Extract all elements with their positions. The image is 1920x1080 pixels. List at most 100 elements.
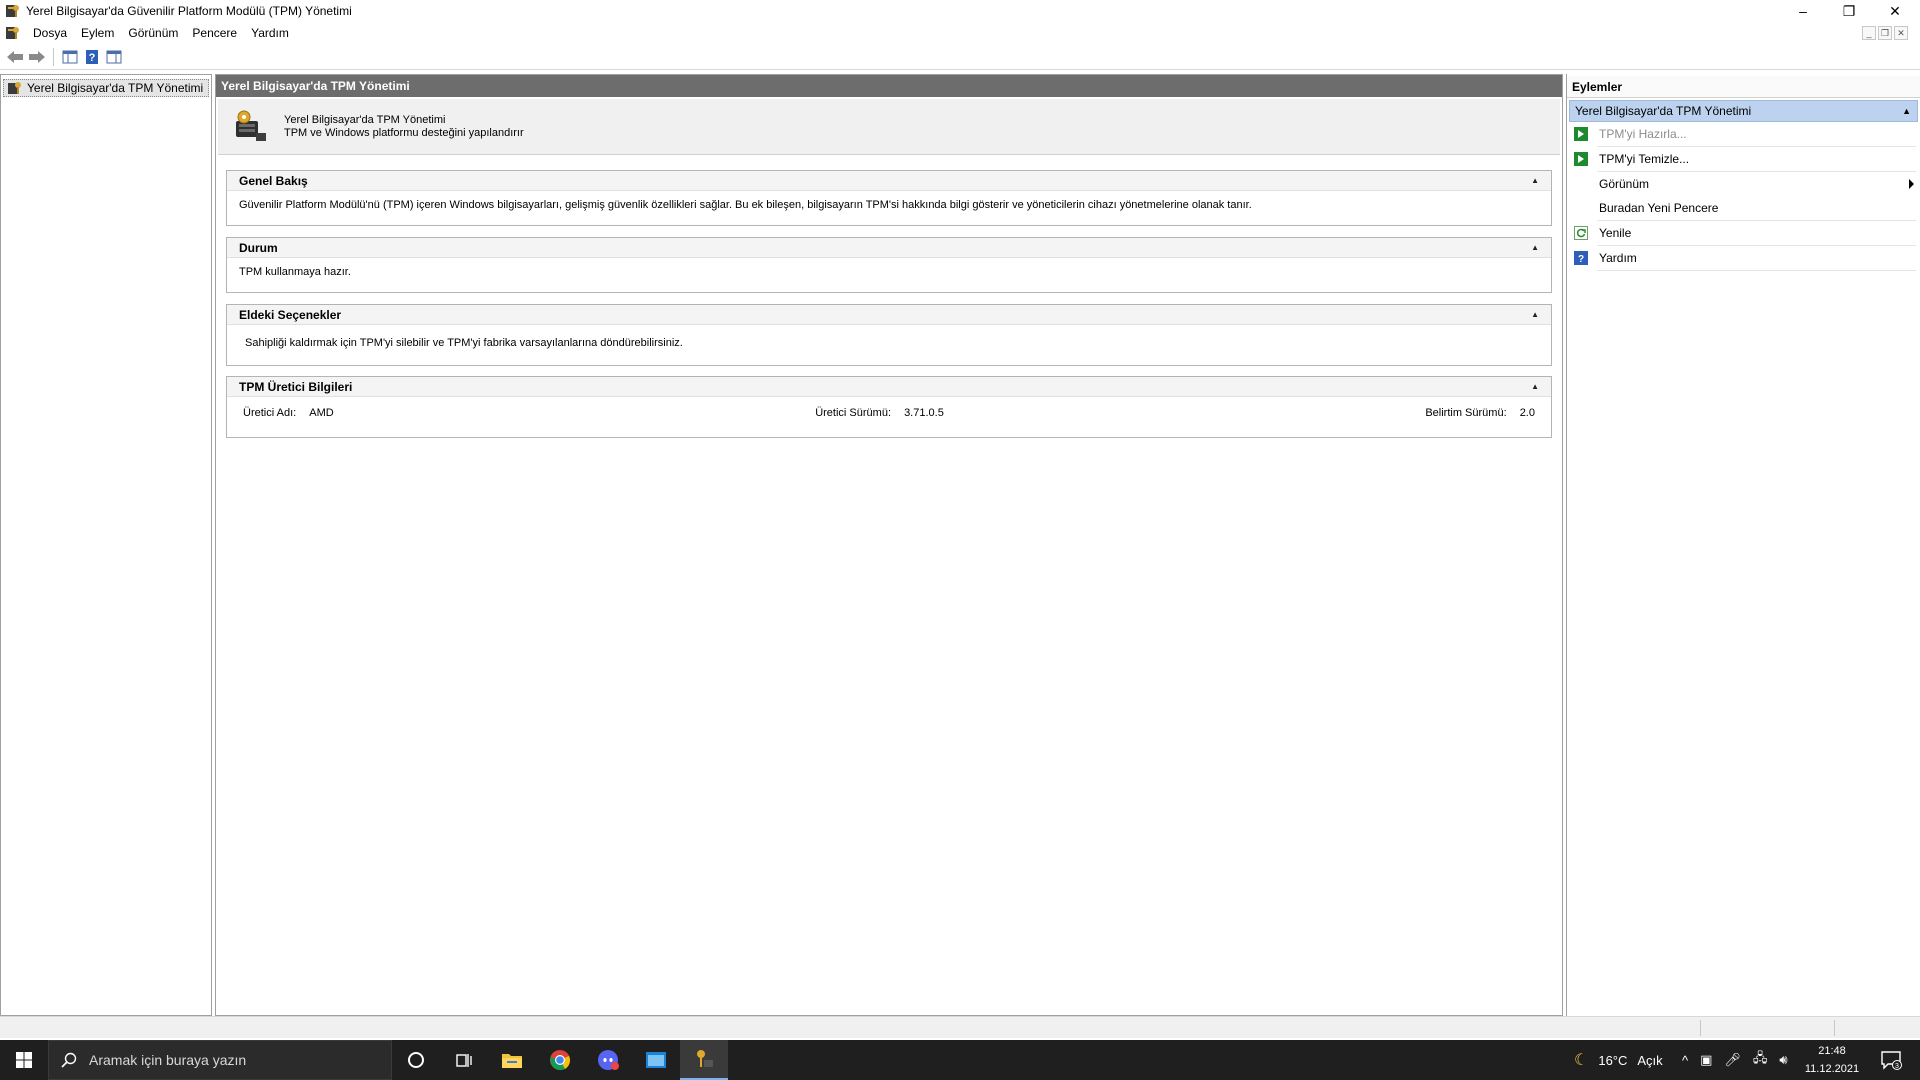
microphone-icon[interactable]: 🎤︎ <box>1724 1052 1741 1068</box>
start-button[interactable] <box>0 1040 48 1080</box>
section-manufacturer-header[interactable]: TPM Üretici Bilgileri ▲ <box>227 377 1551 397</box>
tpm-chip-key-icon <box>236 110 266 141</box>
help-icon: ? <box>86 49 98 64</box>
taskbar: ☾ 16°C Açık ^ ▣ 🎤︎ 🖧︎ 🔊︎ 21:48 11.12.202… <box>0 1040 1920 1080</box>
taskbar-remote-desktop[interactable] <box>632 1040 680 1080</box>
result-pane: Yerel Bilgisayar'da TPM Yönetimi Yerel B… <box>215 74 1563 1016</box>
network-icon[interactable]: 🖧︎ <box>1753 1049 1768 1071</box>
back-icon <box>7 50 23 63</box>
taskbar-clock[interactable]: 21:48 11.12.2021 <box>1798 1042 1866 1078</box>
collapse-icon[interactable]: ▲ <box>1531 310 1539 319</box>
cortana-button[interactable] <box>392 1040 440 1080</box>
blank-icon <box>1573 200 1589 216</box>
action-prepare-tpm[interactable]: TPM'yi Hazırla... <box>1571 122 1916 146</box>
close-button[interactable]: ✕ <box>1872 0 1918 22</box>
minimize-button[interactable]: – <box>1780 0 1826 22</box>
action-center-button[interactable]: 3 <box>1870 1040 1912 1080</box>
collapse-icon[interactable]: ▲ <box>1902 101 1911 121</box>
show-hide-action-pane-button[interactable] <box>103 46 125 68</box>
show-hidden-icons-chevron-icon[interactable]: ^ <box>1682 1053 1688 1068</box>
tpm-app-icon <box>6 5 19 17</box>
back-button[interactable] <box>4 46 26 68</box>
clock-date: 11.12.2021 <box>1804 1063 1860 1075</box>
device-icon[interactable]: ▣ <box>1700 1052 1712 1068</box>
menu-yardim[interactable]: Yardım <box>244 22 296 44</box>
section-status-header[interactable]: Durum ▲ <box>227 238 1551 258</box>
manufacturer-info-row: Üretici Adı: AMD Üretici Sürümü: 3.71.0.… <box>227 397 1551 427</box>
show-hide-tree-button[interactable] <box>59 46 81 68</box>
help-icon: ? <box>1573 250 1589 266</box>
mdi-minimize-button[interactable]: _ <box>1862 26 1876 40</box>
tpm-key-icon <box>697 1050 713 1067</box>
taskbar-file-explorer[interactable] <box>488 1040 536 1080</box>
windows-logo-icon <box>16 1052 32 1068</box>
specification-version-label: Belirtim Sürümü: <box>1425 407 1507 419</box>
menu-dosya[interactable]: Dosya <box>26 22 74 44</box>
section-status: Durum ▲ TPM kullanmaya hazır. <box>226 237 1552 293</box>
status-divider <box>1834 1020 1835 1036</box>
manufacturer-name-value: AMD <box>309 407 334 419</box>
menu-pencere[interactable]: Pencere <box>185 22 244 44</box>
task-view-button[interactable] <box>440 1040 488 1080</box>
taskbar-tpm-management[interactable] <box>680 1040 728 1080</box>
section-options-body: Sahipliği kaldırmak için TPM'yi silebili… <box>245 337 683 349</box>
section-status-body: TPM kullanmaya hazır. <box>239 266 351 278</box>
section-options-header[interactable]: Eldeki Seçenekler ▲ <box>227 305 1551 325</box>
manufacturer-version-label: Üretici Sürümü: <box>815 407 891 419</box>
discord-icon <box>598 1050 619 1070</box>
moon-icon: ☾ <box>1574 1052 1589 1069</box>
section-overview-body: Güvenilir Platform Modülü'nü (TPM) içere… <box>239 199 1252 211</box>
section-overview-title: Genel Bakış <box>239 173 308 188</box>
actions-group-header[interactable]: Yerel Bilgisayar'da TPM Yönetimi ▲ <box>1569 100 1918 122</box>
action-label: Yenile <box>1599 226 1632 240</box>
toolbar: ? <box>0 44 1920 70</box>
action-separator <box>1597 270 1916 271</box>
mdi-restore-button[interactable]: ❐ <box>1878 26 1892 40</box>
forward-button[interactable] <box>26 46 48 68</box>
search-input[interactable] <box>89 1052 369 1068</box>
window-app-icon <box>646 1052 666 1068</box>
collapse-icon[interactable]: ▲ <box>1531 243 1539 252</box>
banner-title: Yerel Bilgisayar'da TPM Yönetimi <box>284 113 446 126</box>
volume-icon[interactable]: 🔊︎ <box>1779 1052 1787 1068</box>
console-tree: Yerel Bilgisayar'da TPM Yönetimi <box>0 74 212 1016</box>
weather-temperature: 16°C <box>1598 1052 1628 1068</box>
mdi-close-button[interactable]: ✕ <box>1894 26 1908 40</box>
manufacturer-name: Üretici Adı: AMD <box>243 407 334 419</box>
section-options-title: Eldeki Seçenekler <box>239 307 342 322</box>
green-arrow-icon <box>1573 126 1589 142</box>
action-refresh[interactable]: Yenile <box>1571 221 1916 245</box>
action-label: Yardım <box>1599 251 1637 265</box>
weather-widget[interactable]: ☾ 16°C Açık <box>1574 1040 1663 1080</box>
action-help[interactable]: ? Yardım <box>1571 246 1916 270</box>
help-button[interactable]: ? <box>81 46 103 68</box>
manufacturer-version: Üretici Sürümü: 3.71.0.5 <box>815 407 944 419</box>
specification-version: Belirtim Sürümü: 2.0 <box>1425 407 1535 419</box>
taskbar-search-box[interactable] <box>48 1040 392 1080</box>
section-overview-header[interactable]: Genel Bakış ▲ <box>227 171 1551 191</box>
action-view[interactable]: Görünüm <box>1571 172 1916 196</box>
manufacturer-version-value: 3.71.0.5 <box>904 407 944 419</box>
weather-description: Açık <box>1637 1052 1663 1068</box>
section-manufacturer-info: TPM Üretici Bilgileri ▲ Üretici Adı: AMD… <box>226 376 1552 438</box>
system-menu-icon[interactable] <box>4 25 20 41</box>
taskbar-chrome[interactable] <box>536 1040 584 1080</box>
action-clear-tpm[interactable]: TPM'yi Temizle... <box>1571 147 1916 171</box>
tpm-key-icon <box>8 82 21 94</box>
blank-icon <box>1573 176 1589 192</box>
section-available-options: Eldeki Seçenekler ▲ Sahipliği kaldırmak … <box>226 304 1552 366</box>
status-bar <box>0 1016 1920 1038</box>
menu-bar: Dosya Eylem Görünüm Pencere Yardım <box>0 22 1920 44</box>
svg-text:?: ? <box>89 52 96 64</box>
tree-item-tpm-management[interactable]: Yerel Bilgisayar'da TPM Yönetimi <box>3 79 209 97</box>
collapse-icon[interactable]: ▲ <box>1531 382 1539 391</box>
maximize-button[interactable]: ❐ <box>1826 0 1872 22</box>
action-new-window[interactable]: Buradan Yeni Pencere <box>1571 196 1916 220</box>
search-icon <box>61 1052 77 1068</box>
taskbar-discord[interactable] <box>584 1040 632 1080</box>
section-manufacturer-title: TPM Üretici Bilgileri <box>239 379 353 394</box>
show-hide-tree-icon <box>62 50 78 63</box>
menu-gorunum[interactable]: Görünüm <box>121 22 185 44</box>
collapse-icon[interactable]: ▲ <box>1531 176 1539 185</box>
menu-eylem[interactable]: Eylem <box>74 22 121 44</box>
